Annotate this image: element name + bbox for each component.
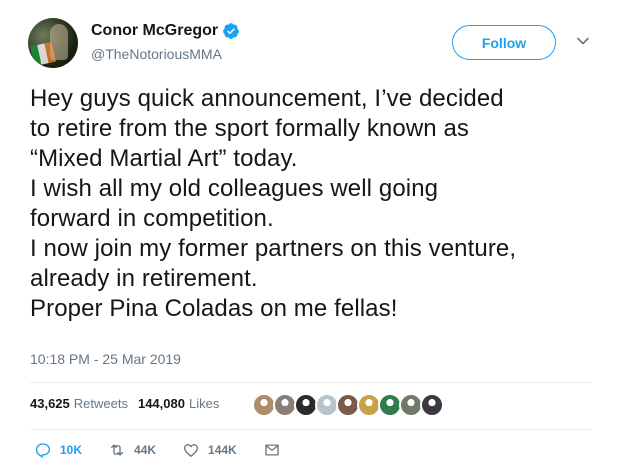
profile-avatar[interactable] <box>28 18 78 68</box>
retweets-stat[interactable]: 43,625 Retweets <box>30 396 128 411</box>
retweets-label: Retweets <box>73 396 128 411</box>
retweet-count: 44K <box>134 443 157 457</box>
retweet-button[interactable]: 44K <box>108 441 156 459</box>
tweet-text: Hey guys quick announcement, I’ve decide… <box>30 85 517 322</box>
follow-button[interactable]: Follow <box>452 25 556 60</box>
user-handle[interactable]: @TheNotoriousMMA <box>91 46 222 62</box>
display-name[interactable]: Conor McGregor <box>91 22 218 40</box>
reply-count: 10K <box>60 443 83 457</box>
likes-label: Likes <box>188 396 220 411</box>
divider <box>30 429 592 430</box>
chevron-down-icon[interactable] <box>576 34 590 48</box>
like-button[interactable]: 144K <box>182 441 237 459</box>
verified-badge-icon <box>223 23 239 39</box>
envelope-icon <box>265 444 279 456</box>
liker-avatars <box>252 393 444 417</box>
tweet-actions: 10K 44K 144K <box>34 441 307 459</box>
reply-button[interactable]: 10K <box>34 441 82 459</box>
direct-message-button[interactable] <box>263 441 281 459</box>
divider <box>30 382 592 383</box>
tweet-header: Conor McGregor @TheNotoriousMMA Follow <box>28 18 608 70</box>
retweet-icon <box>111 444 123 456</box>
like-count: 144K <box>208 443 237 457</box>
retweets-count: 43,625 <box>30 396 70 411</box>
tweet-stats: 43,625 Retweets 144,080 Likes <box>30 396 219 411</box>
likes-stat[interactable]: 144,080 Likes <box>138 396 219 411</box>
avatar-figure-graphic <box>50 24 68 60</box>
heart-icon <box>183 444 199 457</box>
tweet-timestamp[interactable]: 10:18 PM - 25 Mar 2019 <box>30 351 181 367</box>
liker-avatar-9[interactable] <box>420 393 444 417</box>
name-row: Conor McGregor <box>91 22 240 40</box>
likes-count: 144,080 <box>137 396 185 411</box>
reply-icon <box>35 443 51 458</box>
